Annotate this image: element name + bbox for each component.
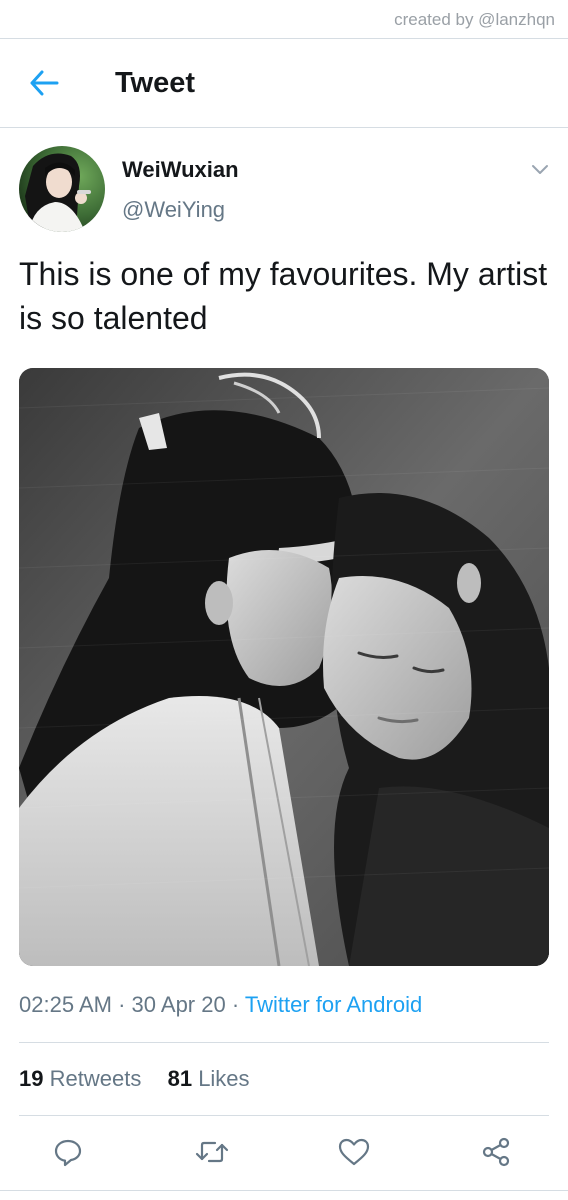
divider (19, 1115, 549, 1116)
watermark-credit: created by @lanzhqn (394, 10, 555, 29)
chevron-down-icon (532, 165, 548, 174)
like-icon (338, 1138, 370, 1166)
likes-count: 81 (167, 1066, 193, 1091)
like-button[interactable] (334, 1134, 374, 1170)
back-button[interactable] (24, 65, 64, 101)
arrow-left-icon (30, 70, 59, 96)
bottom-divider (0, 1190, 568, 1191)
author-display-name[interactable]: WeiWuxian (122, 157, 239, 183)
tweet-media[interactable] (19, 368, 549, 966)
share-icon (482, 1137, 510, 1167)
retweets-stat[interactable]: 19 Retweets (19, 1066, 147, 1091)
tweet-date: 30 Apr 20 (131, 992, 226, 1017)
tweet-source-link[interactable]: Twitter for Android (245, 992, 422, 1017)
tweet-text: This is one of my favourites. My artist … (19, 256, 548, 336)
avatar[interactable] (19, 146, 105, 232)
page-title: Tweet (115, 67, 196, 99)
meta-separator: · (231, 992, 240, 1017)
retweets-label: Retweets (49, 1066, 142, 1091)
author-handle[interactable]: @WeiYing (122, 197, 225, 223)
reply-button[interactable] (48, 1134, 88, 1170)
share-button[interactable] (476, 1134, 516, 1170)
tweet-stats: 19 Retweets 81 Likes (19, 1066, 250, 1092)
likes-label: Likes (198, 1066, 250, 1091)
reply-icon (54, 1139, 82, 1167)
app-header: Tweet (0, 39, 568, 128)
attached-photo (19, 368, 549, 966)
retweet-button[interactable] (192, 1134, 232, 1170)
divider (19, 1042, 549, 1043)
retweet-icon (195, 1141, 229, 1163)
tweet-time: 02:25 AM (19, 992, 112, 1017)
avatar-photo (19, 146, 105, 232)
watermark-bar: created by @lanzhqn (0, 0, 568, 39)
likes-stat[interactable]: 81 Likes (168, 1066, 250, 1091)
retweets-count: 19 (19, 1066, 44, 1091)
meta-separator: · (118, 992, 126, 1017)
tweet-meta: 02:25 AM · 30 Apr 20 · Twitter for Andro… (19, 992, 422, 1018)
tweet-options-button[interactable] (526, 158, 554, 182)
